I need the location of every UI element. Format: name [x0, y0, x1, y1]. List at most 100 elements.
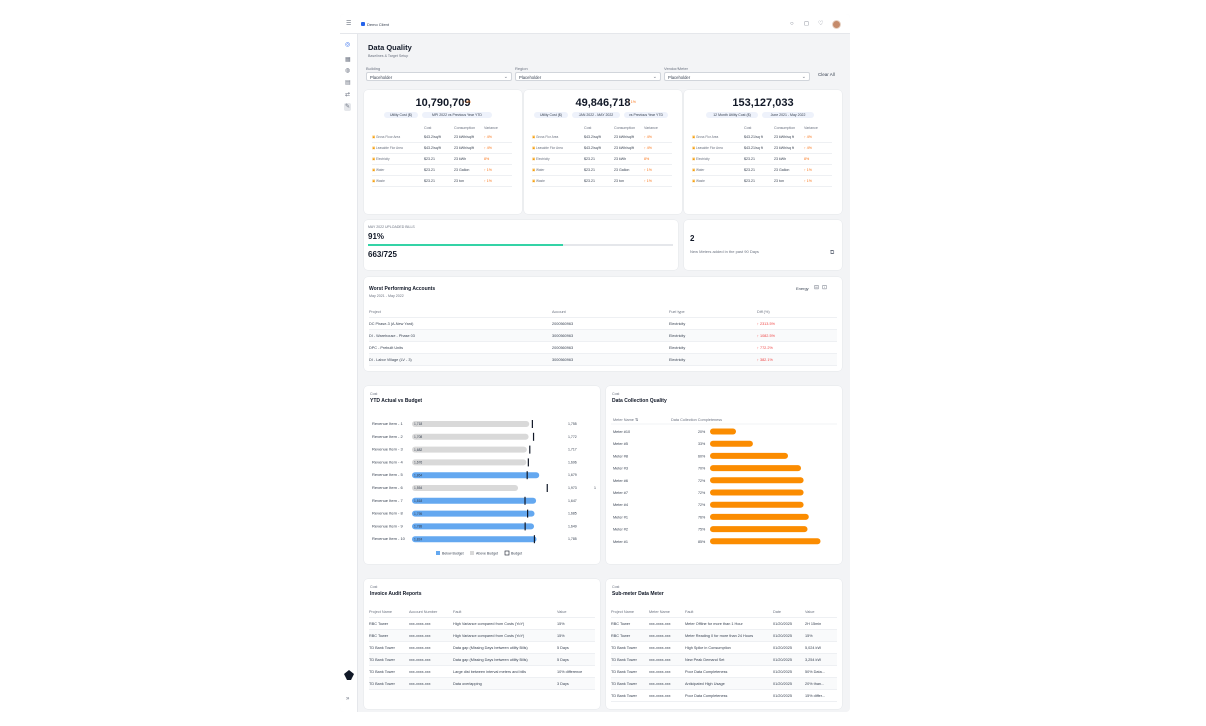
completeness-bar[interactable] [710, 477, 804, 484]
column-header[interactable]: Project Name [611, 610, 634, 614]
copy-icon[interactable]: ⧉ [830, 250, 834, 256]
kpi-consumption: 23 kWh/sq/ft [454, 135, 474, 139]
ytd-actual-bar[interactable] [412, 433, 529, 440]
table-row[interactable]: DPC - Prebuilt Units 2000560963 Electricit… [369, 342, 837, 354]
kpi-filter-pill[interactable]: MPI 2022 vs Previous Year YTD [422, 112, 492, 118]
column-header[interactable]: Account Number [409, 610, 437, 614]
nav-data-quality-icon[interactable]: ✎ [344, 103, 352, 111]
column-header[interactable]: Meter Name [649, 610, 670, 614]
column-header[interactable]: Value [805, 610, 814, 614]
table-row[interactable]: RBC Tower xxx-xxxx-xxx High Variance compa… [369, 630, 595, 642]
kpi-filter-pill[interactable]: Utility Cost ($) [534, 112, 568, 118]
company-name[interactable]: Demo Client [367, 22, 389, 27]
nav-transfer-icon[interactable]: ⇄ [345, 92, 350, 98]
vendor-select[interactable]: Placeholder ⌄ [664, 72, 810, 81]
fault: Data gap (Missing Days between utility B… [453, 658, 528, 662]
kpi-consumption: 23 ton [614, 179, 624, 183]
energy-filter[interactable]: Energy [796, 286, 809, 291]
table-row[interactable]: TD Bank Tower xxx-xxxx-xxx Data overlappin… [369, 678, 595, 690]
completeness-bar[interactable] [710, 452, 788, 459]
completeness-bar[interactable] [710, 428, 736, 435]
meter-percent: 76% [698, 515, 706, 519]
table-row[interactable]: TD Bank Tower xxx-xxxx-xxx New Peak Demand… [611, 654, 837, 666]
kpi-row: ▣ Water $23.21 23 Gallon ↑ 1% [372, 165, 512, 176]
meter-name: Meter #5 [613, 442, 628, 446]
clear-all-link[interactable]: Clear All [818, 72, 835, 77]
column-header[interactable]: Value [557, 610, 566, 614]
table-row[interactable]: TD Bank Tower xxx-xxxx-xxx Anticipated Hig… [611, 678, 837, 690]
kpi-filter-pill[interactable]: 12 Month Utility Cost ($) [706, 112, 758, 118]
building-select[interactable]: Placeholder ⌄ [366, 72, 512, 81]
nav-home-icon[interactable]: ◎ [345, 42, 350, 48]
completeness-bar[interactable] [710, 526, 808, 533]
table-row[interactable]: RBC Tower xxx-xxxx-xxx High Variance compa… [369, 618, 595, 630]
completeness-bar[interactable] [710, 465, 801, 472]
completeness-bar[interactable] [710, 501, 804, 508]
column-header[interactable]: Data Collection Completeness [671, 418, 722, 422]
table-row[interactable]: TD Bank Tower xxx-xxxx-xxx Poor Data Compl… [611, 666, 837, 678]
kpi-filter-pill[interactable]: vs Previous Year YTD [624, 112, 668, 118]
column-header[interactable]: Fault [685, 610, 693, 614]
column-header[interactable]: Project [369, 310, 381, 314]
column-header[interactable]: Project Name [369, 610, 392, 614]
kpi-metric-name: Electricity [696, 157, 710, 161]
column-header[interactable]: Meter Name ⇅ [613, 418, 639, 422]
help-icon[interactable]: ♡ [818, 21, 823, 27]
column-header[interactable]: Date [773, 610, 781, 614]
ytd-actual-bar[interactable] [412, 459, 527, 466]
completeness-bar[interactable] [710, 489, 804, 496]
kpi-variance: 8% [644, 157, 650, 161]
legend-label[interactable]: Budget [511, 552, 522, 556]
ytd-actual-bar[interactable] [412, 446, 527, 453]
table-row[interactable]: TD Bank Tower xxx-xxxx-xxx High Spike in C… [611, 642, 837, 654]
column-header[interactable]: Fuel type [669, 310, 685, 314]
ytd-actual-bar[interactable] [412, 510, 535, 517]
column-header[interactable]: Fault [453, 610, 461, 614]
table-row[interactable]: RBC Tower xxx-xxxx-xxx Meter Offline for m… [611, 618, 837, 630]
table-row[interactable]: DI - Labor Village (LV - 3) 3000560963 Ele… [369, 354, 837, 366]
legend-label[interactable]: Above Budget [476, 552, 498, 556]
column-header[interactable]: Diff (%) [757, 310, 770, 314]
ytd-actual-bar[interactable] [412, 536, 537, 543]
ytd-actual-bar[interactable] [412, 523, 535, 530]
fault: Data gap (Missing Days between utility B… [453, 646, 528, 650]
legend-label[interactable]: Below Budget [442, 552, 464, 556]
table-row[interactable]: TD Bank Tower xxx-xxxx-xxx Large dist betw… [369, 666, 595, 678]
completeness-bar[interactable] [710, 440, 753, 447]
expand-sidebar-icon[interactable]: » [346, 696, 349, 702]
ytd-actual-bar[interactable] [412, 472, 540, 479]
kpi-filter-pill[interactable]: June 2021 - May 2022 [762, 112, 814, 118]
table-row[interactable]: DI - Warehouse - Phase 03 3000560963 Elect… [369, 330, 837, 342]
nav-analytics-icon[interactable]: ◍ [345, 68, 350, 74]
notification-icon[interactable]: ◻ [804, 21, 809, 27]
kpi-card: 153,127,033 12 Month Utility Cost ($) June… [684, 90, 842, 214]
nav-dashboard-icon[interactable]: ▦ [345, 57, 351, 63]
table-row[interactable]: TD Bank Tower xxx-xxxx-xxx Data gap (Missi… [369, 654, 595, 666]
kpi-variance: ↑ 1% [804, 168, 812, 172]
kpi-consumption: 23 Gallon [774, 168, 790, 172]
ytd-category-label: Revenue Item - 10 [372, 536, 406, 541]
kpi-filter-pill[interactable]: JAN 2022 - MAY 2022 [572, 112, 620, 118]
table-row[interactable]: TD Bank Tower xxx-xxxx-xxx Data gap (Missi… [369, 642, 595, 654]
search-icon[interactable]: ○ [790, 21, 794, 27]
delete-icon[interactable]: ⊡ [822, 285, 827, 291]
table-row[interactable]: TD Bank Tower xxx-xxxx-xxx Poor Data Compl… [611, 690, 837, 702]
project-name: TD Bank Tower [611, 646, 637, 650]
ytd-actual-bar[interactable] [412, 485, 519, 491]
avatar[interactable] [832, 20, 841, 29]
completeness-bar[interactable] [710, 538, 821, 545]
ytd-actual-bar[interactable] [412, 421, 530, 427]
menu-icon[interactable]: ☰ [346, 21, 351, 27]
table-row[interactable]: DC Phase-3 (A-New Yard) 2000560963 Electri… [369, 318, 837, 330]
completeness-bar[interactable] [710, 513, 809, 520]
account-number: xxx-xxxx-xxx [409, 634, 431, 638]
ytd-actual-bar[interactable] [412, 497, 537, 504]
kpi-consumption: 23 kWh/sq/ft [454, 146, 474, 150]
ytd-budget-marker [532, 432, 535, 441]
nav-buildings-icon[interactable]: ▤ [345, 80, 351, 86]
column-header[interactable]: Account [552, 310, 566, 314]
kpi-filter-pill[interactable]: Utility Cost ($) [384, 112, 418, 118]
table-row[interactable]: RBC Tower xxx-xxxx-xxx Meter Reading 0 for… [611, 630, 837, 642]
region-select[interactable]: Placeholder ⌄ [515, 72, 661, 81]
download-icon[interactable]: ⊟ [814, 285, 819, 291]
